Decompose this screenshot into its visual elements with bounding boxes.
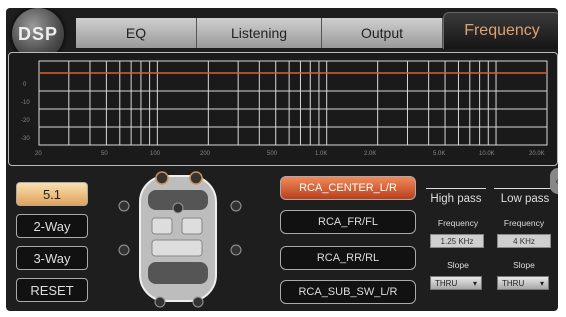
x-tick-label: 20 <box>35 151 42 157</box>
speaker-right-icon[interactable] <box>230 200 242 212</box>
high-pass-frequency-value[interactable]: 1.25 KHz <box>430 234 484 248</box>
speaker-rear-bottom-left-icon[interactable] <box>154 296 166 308</box>
tab-bar: EQ Listening Output Frequency <box>76 12 558 50</box>
preset-3-way-button[interactable]: 3-Way <box>16 246 88 270</box>
low-pass-frequency-value[interactable]: 4 KHz <box>497 234 551 248</box>
channel-rca-center-button[interactable]: RCA_CENTER_L/R <box>280 176 416 200</box>
channel-rca-rr-rl-button[interactable]: RCA_RR/RL <box>280 246 416 270</box>
car-speaker-map <box>110 166 250 311</box>
x-tick-label: 50 <box>101 151 108 157</box>
x-tick-label: 100 <box>150 151 161 157</box>
high-pass-slope-value: THRU <box>435 278 458 288</box>
side-collapse-tab[interactable]: ‹ <box>550 168 558 194</box>
y-tick-label: -20 <box>21 118 30 124</box>
dsp-logo-text: DSP <box>17 23 58 44</box>
dropdown-arrow-icon: ▾ <box>539 278 544 288</box>
x-tick-label: 2.0K <box>364 151 377 157</box>
low-pass-slope-label: Slope <box>513 260 535 270</box>
preset-5-1-button[interactable]: 5.1 <box>16 182 88 206</box>
x-tick-label: 5.0K <box>433 151 446 157</box>
y-tick-label: 0 <box>23 82 27 88</box>
speaker-front-right-icon[interactable] <box>189 171 203 185</box>
channel-rca-fr-fl-button[interactable]: RCA_FR/FL <box>280 210 416 234</box>
low-pass-slope-select[interactable]: THRU ▾ <box>497 276 549 290</box>
speaker-center-icon[interactable] <box>172 202 184 214</box>
frequency-graph: 0 -10 -20 -30 20 50 100 200 500 1.0K 2.0… <box>8 52 558 166</box>
high-pass-slope-label: Slope <box>447 260 469 270</box>
high-pass-title[interactable]: High pass <box>426 188 486 209</box>
x-tick-label: 1.0K <box>315 151 328 157</box>
channel-rca-sub-button[interactable]: RCA_SUB_SW_L/R <box>280 280 416 304</box>
x-tick-label: 500 <box>267 151 278 157</box>
low-pass-frequency-label: Frequency <box>503 218 545 228</box>
high-pass-frequency-label: Frequency <box>437 218 479 228</box>
graph-canvas <box>38 60 548 146</box>
speaker-rear-right-icon[interactable] <box>230 244 242 256</box>
tab-frequency[interactable]: Frequency <box>443 12 558 49</box>
high-pass-slope-select[interactable]: THRU ▾ <box>430 276 482 290</box>
low-pass-slope-value: THRU <box>502 278 525 288</box>
x-tick-label: 10.0K <box>479 151 495 157</box>
x-tick-label: 200 <box>200 151 211 157</box>
speaker-left-icon[interactable] <box>118 200 130 212</box>
speaker-rear-bottom-right-icon[interactable] <box>192 296 204 308</box>
speaker-rear-left-icon[interactable] <box>118 244 130 256</box>
tab-output[interactable]: Output <box>322 18 443 48</box>
tab-eq[interactable]: EQ <box>76 18 197 48</box>
dropdown-arrow-icon: ▾ <box>472 278 477 288</box>
speaker-front-left-icon[interactable] <box>155 171 169 185</box>
tab-listening[interactable]: Listening <box>197 18 322 48</box>
reset-button[interactable]: RESET <box>16 278 88 302</box>
x-tick-label: 20.0K <box>529 151 545 157</box>
low-pass-title[interactable]: Low pass <box>494 188 556 209</box>
dsp-panel: EQ Listening Output Frequency DSP 0 -10 … <box>6 8 558 311</box>
chevron-left-icon: ‹ <box>555 176 558 187</box>
preset-2-way-button[interactable]: 2-Way <box>16 214 88 238</box>
y-tick-label: -10 <box>21 100 30 106</box>
y-tick-label: -30 <box>21 136 30 142</box>
